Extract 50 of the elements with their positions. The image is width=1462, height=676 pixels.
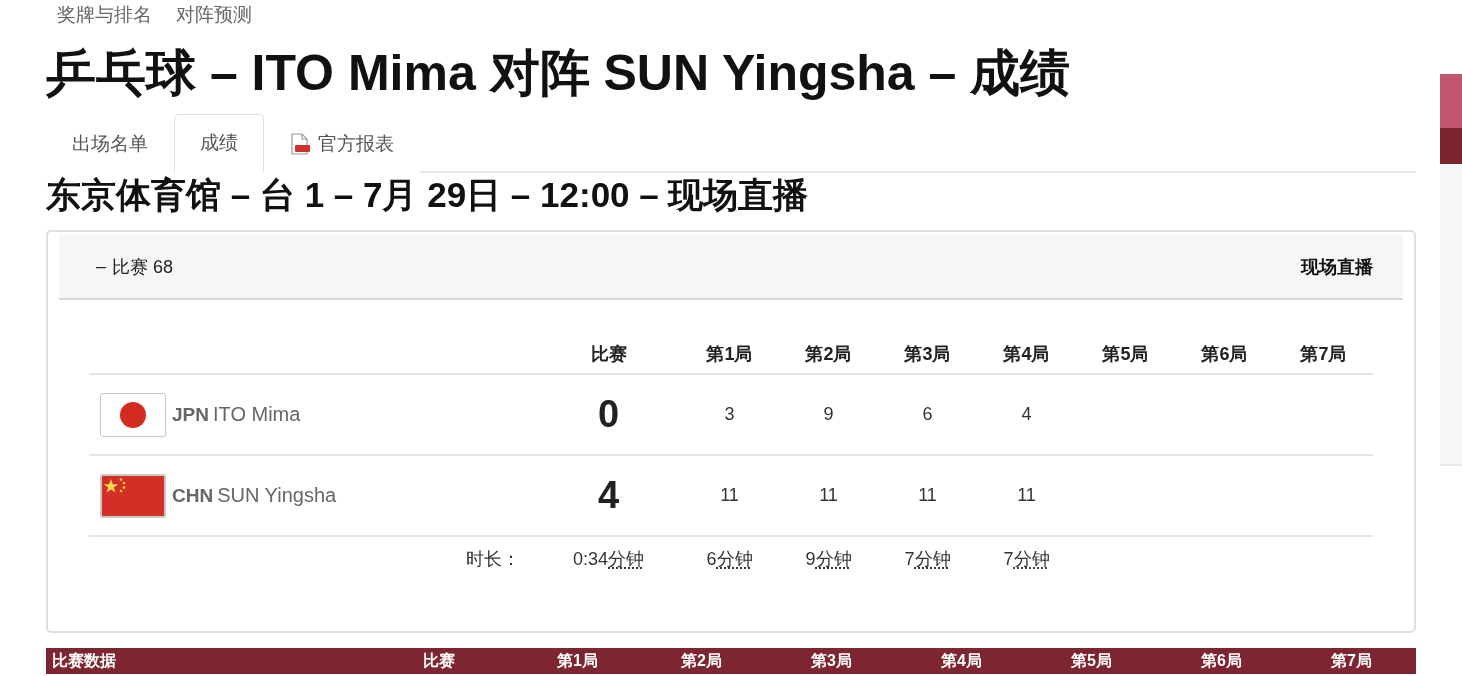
match-score: 0 [597,393,620,436]
duration-value: 7分钟 [904,548,951,571]
game-score: 11 [1017,485,1036,506]
column-header: 第3局 [904,343,951,366]
game-score: 9 [823,404,834,425]
flag-icon [100,473,166,518]
player-name: ITO Mima [212,403,301,426]
column-header: 第7局 [1331,650,1372,671]
column-header: 第7局 [1300,343,1347,366]
collapse-toggle[interactable]: – [96,256,106,277]
column-header: 第6局 [1201,650,1242,671]
nav-link[interactable]: 奖牌与排名 [57,2,152,28]
live-status: 现场直播 [1301,255,1373,279]
column-header: 第2局 [681,650,722,671]
match-subtitle: 东京体育馆 – 台 1 – 7月 29日 – 12:00 – 现场直播 [46,174,809,216]
game-score: 11 [819,485,838,506]
side-tab[interactable] [1440,128,1462,164]
column-header: 比赛 [423,650,455,671]
game-score: 11 [918,485,937,506]
column-header: 比赛数据 [52,650,116,671]
player-name: SUN Yingsha [217,484,337,507]
duration-value: 7分钟 [1003,548,1050,571]
country-code: JPN [172,403,209,426]
duration-label: 时长： [466,548,520,571]
duration-value: 9分钟 [805,548,852,571]
game-score: 6 [922,404,933,425]
nav-link[interactable]: 对阵预测 [176,2,252,28]
flag-icon [100,392,166,437]
duration-value: 6分钟 [706,548,753,571]
duration-value: 0:34分钟 [572,548,644,571]
side-tab[interactable] [1440,74,1462,128]
match-score: 4 [597,474,620,517]
country-code: CHN [172,484,214,507]
column-header: 第4局 [941,650,982,671]
page-title: 乒乓球 – ITO Mima 对阵 SUN Yingsha – 成绩 [46,44,1071,102]
game-score: 3 [724,404,735,425]
column-header: 第5局 [1071,650,1112,671]
column-header: 第2局 [805,343,852,366]
column-header: 第5局 [1102,343,1149,366]
tab[interactable]: 成绩 [174,114,264,173]
column-header: 第6局 [1201,343,1248,366]
document-icon [290,133,310,155]
game-score: 11 [720,485,739,506]
column-header: 第1局 [557,650,598,671]
match-number: 比赛 68 [112,255,174,279]
column-header: 比赛 [590,343,627,366]
column-header: 第1局 [706,343,753,366]
game-score: 4 [1021,404,1032,425]
column-header: 第4局 [1003,343,1050,366]
column-header: 第3局 [811,650,852,671]
